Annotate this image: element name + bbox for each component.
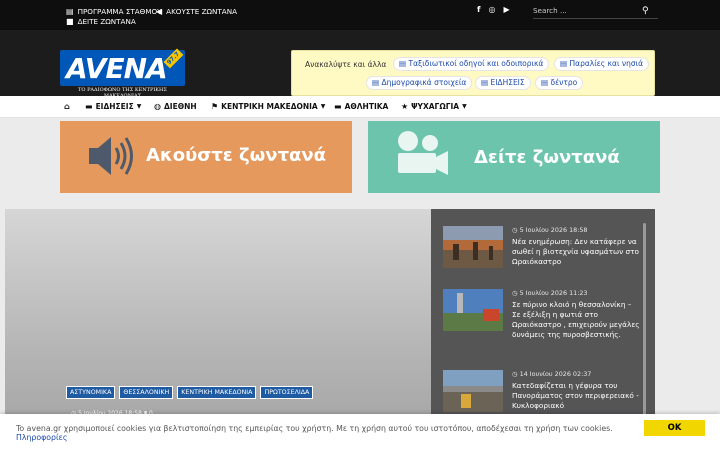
star-icon: ★ [401, 102, 409, 111]
search-box: ⚲ [533, 3, 658, 19]
watch-live-banner[interactable]: Δείτε ζωντανά [368, 121, 660, 193]
site-header: AVENA 97.7 ΤΟ ΡΑΔΙΟΦΩΝΟ ΤΗΣ ΚΕΝΤΡΙΚΗΣ ΜΑ… [0, 30, 720, 99]
tag-central-macedonia[interactable]: ΚΕΝΤΡΙΚΗ ΜΑΚΕΔΟΝΙΑ [177, 386, 257, 399]
site-logo[interactable]: AVENA 97.7 ΤΟ ΡΑΔΙΟΦΩΝΟ ΤΗΣ ΚΕΝΤΡΙΚΗΣ ΜΑ… [60, 48, 185, 99]
discover-chip-demographics[interactable]: ▤ Δημογραφικά στοιχεία [366, 76, 473, 90]
watch-live-banner-text: Δείτε ζωντανά [474, 147, 620, 168]
featured-tags: ΑΣΤΥΝΟΜΙΚΑ ΘΕΣΣΑΛΟΝΙΚΗ ΚΕΝΤΡΙΚΗ ΜΑΚΕΔΟΝΙ… [66, 386, 314, 399]
station-program-label: ΠΡΟΓΡΑΜΜΑ ΣΤΑΘΜΟΥ [77, 7, 162, 16]
search-input[interactable] [533, 6, 638, 15]
sidebar-scrollbar[interactable] [643, 223, 646, 438]
youtube-icon[interactable]: ▶ [503, 5, 509, 14]
article-date: ◷ 5 Ιουλίου 2026 11:23 [512, 289, 588, 297]
folder-icon: ▬ [334, 102, 342, 111]
instagram-icon[interactable]: ◎ [488, 5, 495, 14]
clock-icon: ◷ [512, 289, 520, 297]
article-date: ◷ 14 Ιουνίου 2026 02:37 [512, 370, 592, 378]
article-title: Κατεδαφίζεται η γέφυρα του Πανοράματος σ… [512, 381, 639, 410]
nav-home[interactable]: ⌂ [64, 102, 70, 111]
volume-icon: ◀ [156, 7, 163, 16]
listen-live-banner-text: Ακούστε ζωντανά [146, 145, 327, 166]
watch-live-label: ΔΕΙΤΕ ΖΩΝΤΑΝΑ [77, 17, 136, 26]
search-icon[interactable]: ⚲ [642, 6, 649, 16]
nav-item-sports[interactable]: ▬ ΑΘΛΗΤΙΚΑ [334, 102, 388, 111]
discover-chip-news[interactable]: ▤ ΕΙΔΗΣΕΙΣ [475, 76, 531, 90]
article-thumbnail [443, 289, 503, 331]
cookie-consent-bar: To avena.gr χρησιμοποιεί cookies για βελ… [0, 414, 720, 450]
discover-chip-tree[interactable]: ▤ δέντρο [535, 76, 584, 90]
nav-item-international[interactable]: ◍ ΔΙΕΘΝΗ [154, 102, 197, 111]
tag-thessaloniki[interactable]: ΘΕΣΣΑΛΟΝΙΚΗ [119, 386, 174, 399]
video-camera-icon: ■ [66, 17, 74, 26]
folder-icon: ▬ [85, 102, 93, 111]
video-camera-icon [398, 131, 448, 175]
chevron-down-icon: ▼ [462, 103, 467, 110]
discover-label: Ανακαλύψτε και άλλα [305, 60, 387, 69]
clock-icon: ◷ [512, 370, 520, 378]
article-title: Σε πύρινο κλοιό η θεσσαλονίκη – Σε εξέλι… [512, 300, 640, 339]
cookie-message: To avena.gr χρησιμοποιεί cookies για βελ… [16, 424, 613, 433]
chevron-down-icon: ▼ [320, 103, 326, 110]
listen-live-link[interactable]: ◀ ΑΚΟΥΣΤΕ ΖΩΝΤΑΝΑ [156, 7, 237, 16]
top-bar: ▤ ΠΡΟΓΡΑΜΜΑ ΣΤΑΘΜΟΥ ◀ ΑΚΟΥΣΤΕ ΖΩΝΤΑΝΑ ■ … [0, 0, 720, 30]
chevron-down-icon: ▼ [136, 103, 142, 110]
tag-police[interactable]: ΑΣΤΥΝΟΜΙΚΑ [66, 386, 116, 399]
social-links: f ◎ ▶ [477, 5, 510, 14]
tag-front-page[interactable]: ΠΡΩΤΟΣΕΛΙΔΑ [260, 386, 314, 399]
home-icon: ⌂ [64, 102, 70, 111]
cookie-ok-button[interactable]: OK [644, 420, 705, 436]
article-date: ◷ 5 Ιουλίου 2026 18:58 [512, 226, 588, 234]
nav-item-news[interactable]: ▬ ΕΙΔΗΣΕΙΣ ▼ [85, 102, 141, 111]
station-program-link[interactable]: ▤ ΠΡΟΓΡΑΜΜΑ ΣΤΑΘΜΟΥ [66, 7, 162, 16]
cookie-text-block: To avena.gr χρησιμοποιεί cookies για βελ… [16, 424, 636, 442]
facebook-icon[interactable]: f [477, 5, 480, 14]
nav-item-entertainment[interactable]: ★ ΨΥΧΑΓΩΓΙΑ ▼ [401, 102, 467, 111]
logo-name: AVENA [66, 52, 168, 85]
discover-more-box: Ανακαλύψτε και άλλα ▤ Ταξιδιωτικοί οδηγο… [291, 50, 655, 96]
calendar-icon: ▤ [66, 7, 74, 16]
article-thumbnail [443, 226, 503, 268]
nav-item-central-macedonia[interactable]: ⚑ ΚΕΝΤΡΙΚΗ ΜΑΚΕΔΟΝΙΑ ▼ [211, 102, 325, 111]
clock-icon: ◷ [512, 226, 520, 234]
listen-live-banner[interactable]: Ακούστε ζωντανά [60, 121, 352, 193]
article-title: Νέα ενημέρωση: Δεν κατάφερε να σωθεί η β… [512, 237, 639, 266]
discover-chip-travel[interactable]: ▤ Ταξιδιωτικοί οδηγοί και οδοιπορικά [393, 57, 550, 71]
cookie-info-link[interactable]: Πληροφορίες [16, 433, 67, 442]
flag-icon: ⚑ [211, 102, 219, 111]
watch-live-link[interactable]: ■ ΔΕΙΤΕ ΖΩΝΤΑΝΑ [66, 17, 136, 26]
main-nav: ⌂ ▬ ΕΙΔΗΣΕΙΣ ▼ ◍ ΔΙΕΘΝΗ ⚑ ΚΕΝΤΡΙΚΗ ΜΑΚΕΔ… [0, 96, 720, 118]
article-thumbnail [443, 370, 503, 412]
listen-live-label: ΑΚΟΥΣΤΕ ΖΩΝΤΑΝΑ [166, 7, 237, 16]
discover-chip-beaches[interactable]: ▤ Παραλίες και νησιά [554, 57, 650, 71]
speaker-icon [89, 137, 133, 175]
globe-icon: ◍ [154, 102, 161, 111]
